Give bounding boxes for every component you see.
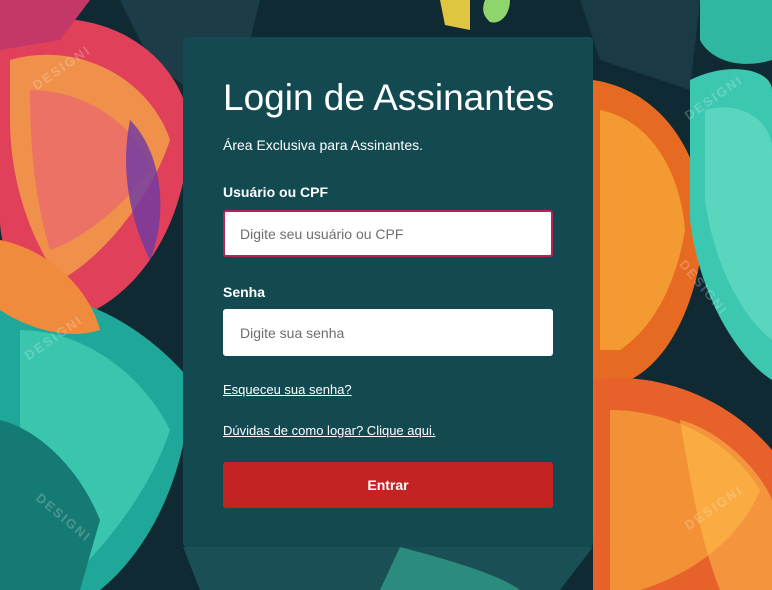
password-input[interactable] bbox=[223, 309, 553, 356]
login-help-link[interactable]: Dúvidas de como logar? Clique aqui. bbox=[223, 423, 435, 438]
username-label: Usuário ou CPF bbox=[223, 184, 329, 200]
forgot-password-link[interactable]: Esqueceu sua senha? bbox=[223, 382, 352, 397]
login-title: Login de Assinantes bbox=[223, 77, 555, 118]
password-label: Senha bbox=[223, 284, 266, 300]
login-card: Login de Assinantes Área Exclusiva para … bbox=[183, 37, 593, 547]
username-input[interactable] bbox=[223, 210, 553, 257]
login-subtitle: Área Exclusiva para Assinantes. bbox=[223, 137, 423, 153]
login-submit-button[interactable]: Entrar bbox=[223, 462, 553, 508]
